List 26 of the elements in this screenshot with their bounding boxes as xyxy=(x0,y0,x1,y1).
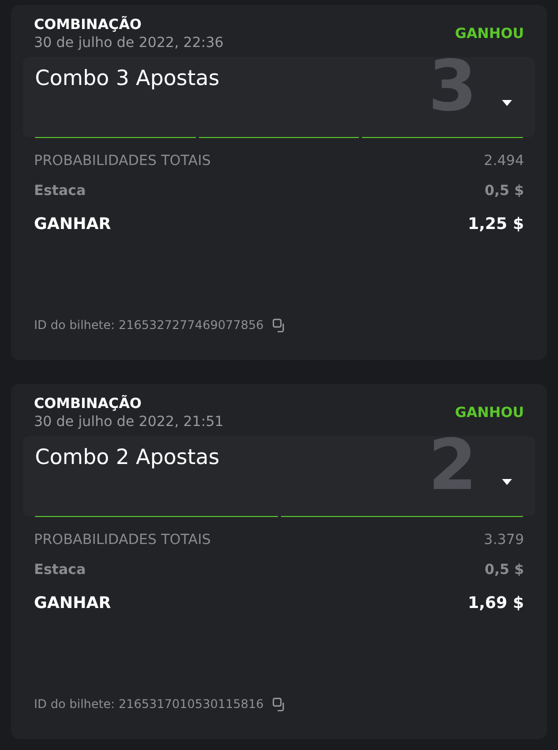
bet-status: GANHOU xyxy=(454,404,524,423)
caret-down-icon[interactable] xyxy=(501,99,513,107)
win-label: GANHAR xyxy=(34,592,111,614)
combo-title: Combo 3 Apostas xyxy=(35,65,220,92)
odds-value: 2.494 xyxy=(484,152,524,170)
bet-date: 30 de julho de 2022, 21:51 xyxy=(34,413,224,431)
caret-down-icon[interactable] xyxy=(501,478,513,486)
combo-title: Combo 2 Apostas xyxy=(35,444,220,471)
copy-icon[interactable] xyxy=(272,318,287,332)
odds-value: 3.379 xyxy=(484,530,524,550)
win-value: 1,69 $ xyxy=(468,592,524,614)
stake-value: 0,5 $ xyxy=(484,560,524,580)
stake-value: 0,5 $ xyxy=(484,182,524,200)
stake-label: Estaca xyxy=(34,560,86,580)
odds-label: PROBABILIDADES TOTAIS xyxy=(34,530,211,550)
win-value: 1,25 $ xyxy=(468,213,524,235)
bet-type: COMBINAÇÃO xyxy=(34,17,143,34)
win-label: GANHAR xyxy=(34,213,111,235)
stake-label: Estaca xyxy=(34,182,86,200)
ticket-id: ID do bilhete: 2165317010530115816 xyxy=(34,696,264,713)
bet-type: COMBINAÇÃO xyxy=(34,396,143,413)
bet-status: GANHOU xyxy=(454,25,524,44)
bet-date: 30 de julho de 2022, 22:36 xyxy=(34,34,224,52)
odds-label: PROBABILIDADES TOTAIS xyxy=(34,152,211,170)
copy-icon[interactable] xyxy=(272,696,287,712)
ticket-id: ID do bilhete: 2165327277469077856 xyxy=(34,317,264,334)
